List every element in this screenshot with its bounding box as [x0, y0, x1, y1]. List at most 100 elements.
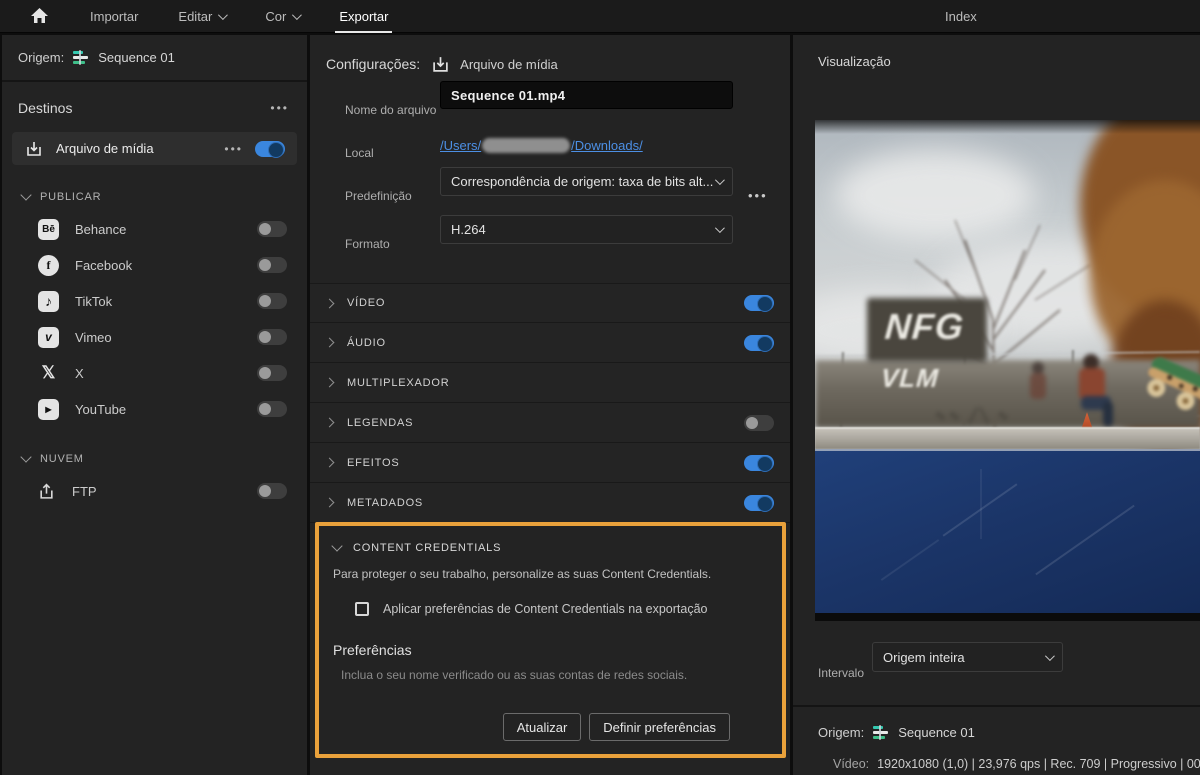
- section-legendas[interactable]: LEGENDAS: [310, 403, 790, 443]
- settings-target-label: Arquivo de mídia: [460, 56, 558, 72]
- background-person: [1030, 362, 1046, 399]
- visualizacao-title: Visualização: [818, 54, 891, 69]
- video-preview-frame: NFG VLM ∿∿ ╱╲ ∿: [815, 120, 1200, 621]
- seated-person: [1079, 354, 1113, 426]
- redacted-username: [482, 137, 571, 153]
- nuvem-label: NUVEM: [40, 453, 84, 465]
- definir-preferencias-button[interactable]: Definir preferências: [589, 713, 730, 741]
- tab-editar[interactable]: Editar: [178, 0, 229, 33]
- tiktok-toggle[interactable]: [257, 293, 287, 309]
- chevron-right-icon: [324, 497, 335, 508]
- section-efeitos[interactable]: EFEITOS: [310, 443, 790, 483]
- blue-ramp: [815, 449, 1200, 613]
- preset-menu-icon[interactable]: •••: [748, 188, 768, 203]
- destination-behance[interactable]: Bē Behance: [2, 211, 307, 247]
- ftp-toggle[interactable]: [257, 483, 287, 499]
- behance-toggle[interactable]: [257, 221, 287, 237]
- tab-importar[interactable]: Importar: [90, 0, 138, 33]
- destinations-panel: Origem: Sequence 01 Destinos ••• Arquivo…: [2, 35, 307, 775]
- media-file-label: Arquivo de mídia: [56, 141, 154, 156]
- vimeo-icon: v: [38, 326, 59, 348]
- graffiti-vlm: VLM: [879, 363, 940, 393]
- configuracoes-label: Configurações:: [326, 56, 421, 72]
- behance-icon: Bē: [38, 218, 59, 240]
- publicar-section-header[interactable]: PUBLICAR: [2, 165, 307, 211]
- chevron-down-icon: [714, 222, 725, 233]
- audio-toggle[interactable]: [744, 334, 774, 352]
- output-path-link[interactable]: /Users/ /Downloads/: [440, 137, 733, 153]
- destinos-title: Destinos: [18, 100, 73, 116]
- export-sections-list: VÍDEO ÁUDIO MULTIPLEXADOR LEGENDAS EFEIT: [310, 283, 790, 523]
- youtube-icon: ▶: [38, 398, 59, 420]
- chevron-right-icon: [324, 377, 335, 388]
- destination-tiktok[interactable]: ♪ TikTok: [2, 283, 307, 319]
- metadados-toggle[interactable]: [744, 494, 774, 512]
- nuvem-section-header[interactable]: NUVEM: [2, 427, 307, 473]
- chevron-down-icon: [714, 174, 725, 185]
- home-icon[interactable]: [28, 5, 50, 27]
- chevron-down-icon: [1044, 650, 1055, 661]
- destination-media-file[interactable]: Arquivo de mídia •••: [12, 132, 297, 165]
- chevron-down-icon: [20, 451, 32, 463]
- top-menu-bar: Importar Editar Cor Exportar Index: [0, 0, 1200, 33]
- preview-source-row: Origem: Sequence 01: [818, 725, 975, 740]
- destination-facebook[interactable]: f Facebook: [2, 247, 307, 283]
- premiere-export-window: Importar Editar Cor Exportar Index Orige…: [0, 0, 1200, 775]
- atualizar-button[interactable]: Atualizar: [502, 713, 582, 741]
- facebook-icon: f: [38, 254, 59, 276]
- tab-exportar[interactable]: Exportar: [335, 0, 393, 33]
- sequence-name: Sequence 01: [98, 50, 175, 65]
- media-file-toggle[interactable]: [255, 140, 285, 158]
- section-multiplexador[interactable]: MULTIPLEXADOR: [310, 363, 790, 403]
- chevron-down-icon: [218, 9, 229, 20]
- media-file-menu-icon[interactable]: •••: [224, 142, 243, 156]
- legendas-toggle[interactable]: [744, 414, 774, 431]
- destination-ftp[interactable]: FTP: [2, 473, 307, 509]
- graffiti-nfg: NFG: [883, 306, 966, 347]
- x-toggle[interactable]: [257, 365, 287, 381]
- preferences-description: Inclua o seu nome verificado ou as suas …: [341, 668, 688, 682]
- video-label: Vídeo:: [833, 757, 870, 771]
- chevron-right-icon: [324, 298, 335, 308]
- sequence-icon: [73, 50, 89, 65]
- destination-vimeo[interactable]: v Vimeo: [2, 319, 307, 355]
- video-info-row: Vídeo: 1920x1080 (1,0) | 23,976 qps | Re…: [833, 757, 1200, 771]
- destination-youtube[interactable]: ▶ YouTube: [2, 391, 307, 427]
- intervalo-label: Intervalo: [818, 666, 865, 680]
- format-dropdown[interactable]: H.264: [440, 214, 733, 244]
- section-video[interactable]: VÍDEO: [310, 283, 790, 323]
- tiktok-icon: ♪: [38, 290, 59, 312]
- content-credentials-title: CONTENT CREDENTIALS: [353, 542, 502, 554]
- facebook-toggle[interactable]: [257, 257, 287, 273]
- upload-icon: [36, 481, 56, 501]
- chevron-down-icon: [331, 540, 343, 552]
- efeitos-toggle[interactable]: [744, 454, 774, 472]
- skateboard: [1147, 357, 1200, 411]
- publicar-label: PUBLICAR: [40, 191, 102, 203]
- source-row: Origem: Sequence 01: [2, 35, 307, 82]
- filename-input[interactable]: Sequence 01.mp4: [440, 81, 733, 109]
- chevron-right-icon: [324, 417, 335, 428]
- index-label[interactable]: Index: [945, 9, 977, 24]
- origem-label: Origem:: [18, 50, 65, 65]
- x-icon: 𝕏: [41, 363, 56, 382]
- filename-label: Nome do arquivo: [345, 103, 437, 117]
- content-credentials-description: Para proteger o seu trabalho, personaliz…: [333, 567, 712, 581]
- chevron-right-icon: [324, 457, 335, 468]
- video-toggle[interactable]: [744, 295, 774, 312]
- youtube-toggle[interactable]: [257, 401, 287, 417]
- preset-dropdown[interactable]: Correspondência de origem: taxa de bits …: [440, 166, 733, 196]
- section-audio[interactable]: ÁUDIO: [310, 323, 790, 363]
- intervalo-dropdown[interactable]: Origem inteira: [872, 642, 1063, 672]
- video-info: 1920x1080 (1,0) | 23,976 qps | Rec. 709 …: [877, 757, 1200, 771]
- content-credentials-header[interactable]: CONTENT CREDENTIALS: [319, 526, 782, 554]
- path-suffix[interactable]: /Downloads/: [571, 138, 643, 153]
- destinos-menu-icon[interactable]: •••: [270, 101, 289, 115]
- apply-preferences-label: Aplicar preferências de Content Credenti…: [383, 602, 708, 616]
- destination-x[interactable]: 𝕏 X: [2, 355, 307, 391]
- apply-preferences-checkbox[interactable]: [355, 602, 369, 616]
- vimeo-toggle[interactable]: [257, 329, 287, 345]
- section-metadados[interactable]: METADADOS: [310, 483, 790, 523]
- tab-cor[interactable]: Cor: [265, 0, 303, 33]
- path-prefix[interactable]: /Users/: [440, 138, 481, 153]
